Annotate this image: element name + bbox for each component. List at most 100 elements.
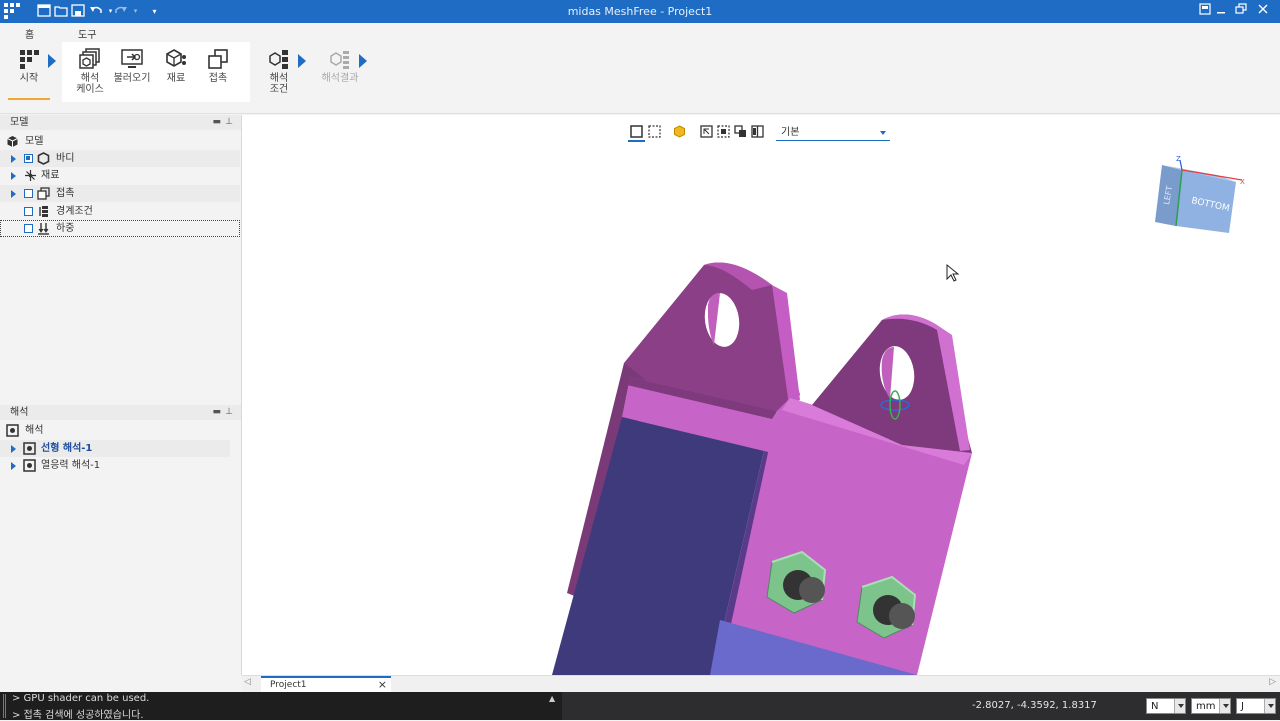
boundary-checkbox[interactable] (24, 207, 33, 216)
analysis-case-label: 해석 케이스 (76, 73, 104, 95)
tab-project1-label: Project1 (270, 680, 307, 690)
chevron-down-icon (1264, 699, 1275, 713)
body-icon (37, 152, 50, 165)
tree-item-boundary[interactable]: 경계조건 (0, 203, 240, 220)
mouse-cursor-icon (946, 263, 960, 282)
expand-arrow-icon[interactable] (11, 445, 16, 453)
material-tree-icon (25, 170, 36, 181)
output-line: > 접촉 검색에 성공하였습니다. (12, 710, 144, 721)
tree-root-model-label: 모델 (25, 136, 44, 147)
ribbon-group-setup: 해석 케이스 불러오기 재료 접촉 (62, 42, 250, 102)
analysis-case-tree-icon (23, 442, 36, 455)
tree-item-load[interactable]: 하중 (0, 220, 240, 237)
output-line: > GPU shader can be used. (12, 693, 150, 704)
tab-scroll-left-icon[interactable]: ◁ (244, 677, 251, 687)
model-panel: 모델 ▬ ⊥ 모델 바디 재료 접촉 경계조건 하중 (0, 115, 242, 405)
cursor-coordinates: -2.8027, -4.3592, 1.8317 (972, 700, 1097, 711)
tab-home[interactable]: 홈 (21, 26, 38, 44)
analysis-case-button[interactable]: 해석 케이스 (68, 48, 112, 95)
analysis-result-arrow-icon (359, 54, 367, 68)
pin-icon[interactable]: ⊥ (225, 115, 233, 130)
material-icon (166, 49, 186, 67)
model-render[interactable] (242, 115, 1280, 675)
document-tabs: ◁ Project1 × ▷ (242, 675, 1280, 693)
tab-project1[interactable]: Project1 × (261, 676, 391, 693)
3d-viewport[interactable]: 기본 LEFT BOTTOM X Z (242, 115, 1280, 675)
expand-arrow-icon[interactable] (11, 155, 16, 163)
analysis-panel-header: 해석 ▬ ⊥ (0, 405, 241, 420)
contact-tree-icon (37, 187, 50, 200)
tree-item-linear-analysis[interactable]: 선형 해석-1 (0, 440, 230, 457)
analysis-root-icon (6, 424, 19, 437)
tree-item-body-label: 바디 (56, 153, 75, 164)
analysis-result-button[interactable]: 해석결과 (318, 48, 362, 84)
tree-item-body[interactable]: 바디 (0, 150, 240, 167)
load-checkbox[interactable] (24, 224, 33, 233)
length-unit-select[interactable]: mm (1191, 698, 1231, 714)
tree-item-boundary-label: 경계조건 (56, 206, 93, 217)
model-panel-header: 모델 ▬ ⊥ (0, 115, 241, 130)
close-tab-icon[interactable]: × (378, 678, 387, 692)
analysis-condition-arrow-icon (298, 54, 306, 68)
title-bar: ▾ ▾ ▾ midas MeshFree - Project1 (0, 0, 1280, 23)
energy-unit-value: J (1241, 701, 1244, 712)
tree-item-thermal-stress-analysis[interactable]: 열응력 해석-1 (0, 457, 240, 474)
expand-arrow-icon[interactable] (11, 462, 16, 470)
import-label: 불러오기 (113, 73, 151, 84)
axis-z-label: Z (1176, 155, 1181, 163)
expand-arrow-icon[interactable] (11, 190, 16, 198)
ribbon: 시작 해석 케이스 불러오기 재료 접촉 해석 조건 해석결과 (0, 42, 1280, 114)
tree-item-thermal-stress-analysis-label: 열응력 해석-1 (41, 460, 101, 471)
contact-checkbox[interactable] (24, 189, 33, 198)
panel-collapse-icon[interactable]: ▬ (212, 115, 221, 130)
tree-root-model[interactable]: 모델 (0, 133, 240, 150)
length-unit-value: mm (1196, 701, 1216, 712)
output-expand-icon[interactable]: ▲ (549, 694, 555, 703)
contact-label: 접촉 (208, 73, 228, 84)
tree-item-contact[interactable]: 접촉 (0, 185, 240, 202)
status-bar: > GPU shader can be used. > 접촉 검색에 성공하였습… (0, 692, 1280, 721)
boundary-condition-icon (39, 206, 48, 217)
expand-arrow-icon[interactable] (11, 172, 16, 180)
material-button[interactable]: 재료 (154, 48, 198, 84)
tree-item-load-label: 하중 (56, 223, 75, 234)
start-grid-icon (20, 50, 39, 69)
axis-x-label: X (1240, 178, 1245, 186)
contact-button[interactable]: 접촉 (196, 48, 240, 84)
ribbon-tabs: 홈 도구 (0, 23, 1280, 44)
analysis-condition-icon (269, 50, 288, 69)
analysis-case-tree-icon (23, 459, 36, 472)
panel-collapse-icon[interactable]: ▬ (212, 405, 221, 420)
tab-scroll-right-icon[interactable]: ▷ (1269, 677, 1276, 687)
view-cube[interactable]: LEFT BOTTOM X Z (1147, 155, 1247, 240)
analysis-panel: 해석 ▬ ⊥ 해석 선형 해석-1 열응력 해석-1 (0, 405, 242, 675)
close-button[interactable] (1253, 3, 1273, 20)
pin-icon[interactable]: ⊥ (225, 405, 233, 420)
chevron-down-icon (1219, 699, 1230, 713)
start-label: 시작 (19, 73, 39, 84)
tree-item-material[interactable]: 재료 (0, 167, 240, 184)
model-panel-title: 모델 (10, 117, 29, 128)
analysis-result-label: 해석결과 (321, 73, 359, 84)
tree-root-analysis[interactable]: 해석 (0, 422, 240, 439)
energy-unit-select[interactable]: J (1236, 698, 1276, 714)
minimize-button[interactable] (1211, 3, 1231, 20)
import-icon (121, 49, 143, 68)
import-button[interactable]: 불러오기 (110, 48, 154, 84)
analysis-panel-title: 해석 (10, 407, 29, 418)
tab-tools[interactable]: 도구 (78, 26, 96, 41)
force-unit-value: N (1151, 701, 1159, 712)
tree-root-analysis-label: 해석 (25, 425, 44, 436)
material-label: 재료 (166, 73, 186, 84)
tree-item-material-label: 재료 (41, 170, 60, 181)
analysis-condition-button[interactable]: 해석 조건 (257, 48, 301, 95)
start-button[interactable]: 시작 (7, 48, 51, 84)
body-checkbox[interactable] (24, 154, 33, 163)
tree-item-linear-analysis-label: 선형 해석-1 (41, 443, 93, 454)
restore-button[interactable] (1231, 3, 1251, 20)
force-unit-select[interactable]: N (1146, 698, 1186, 714)
load-icon (38, 223, 49, 235)
output-pane[interactable]: > GPU shader can be used. > 접촉 검색에 성공하였습… (0, 692, 562, 721)
chevron-down-icon (1174, 699, 1185, 713)
output-grip-icon[interactable] (3, 694, 6, 718)
